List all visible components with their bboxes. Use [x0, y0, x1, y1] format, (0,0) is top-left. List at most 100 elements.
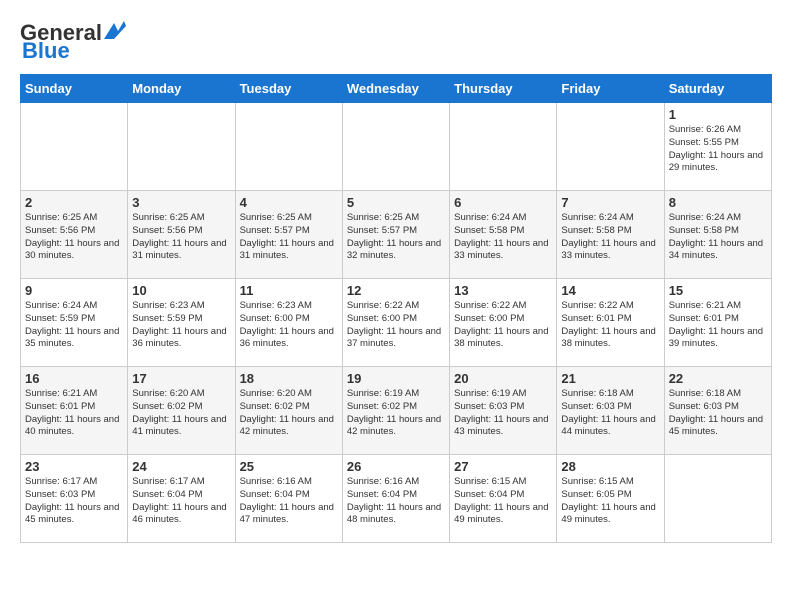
calendar-cell [21, 103, 128, 191]
day-info: Sunrise: 6:25 AM Sunset: 5:56 PM Dayligh… [25, 212, 123, 263]
calendar-cell: 20 Sunrise: 6:19 AM Sunset: 6:03 PM Dayli… [450, 367, 557, 455]
calendar-cell: 8 Sunrise: 6:24 AM Sunset: 5:58 PM Daylig… [664, 191, 771, 279]
calendar-cell: 9 Sunrise: 6:24 AM Sunset: 5:59 PM Daylig… [21, 279, 128, 367]
day-info: Sunrise: 6:25 AM Sunset: 5:57 PM Dayligh… [240, 212, 338, 263]
col-header-friday: Friday [557, 75, 664, 103]
day-info: Sunrise: 6:23 AM Sunset: 6:00 PM Dayligh… [240, 300, 338, 351]
day-number: 22 [669, 371, 767, 386]
day-info: Sunrise: 6:21 AM Sunset: 6:01 PM Dayligh… [25, 388, 123, 439]
day-info: Sunrise: 6:15 AM Sunset: 6:05 PM Dayligh… [561, 476, 659, 527]
logo: General Blue [20, 20, 126, 64]
logo-blue: Blue [22, 38, 70, 64]
day-info: Sunrise: 6:16 AM Sunset: 6:04 PM Dayligh… [347, 476, 445, 527]
day-info: Sunrise: 6:20 AM Sunset: 6:02 PM Dayligh… [132, 388, 230, 439]
day-info: Sunrise: 6:16 AM Sunset: 6:04 PM Dayligh… [240, 476, 338, 527]
calendar-cell: 2 Sunrise: 6:25 AM Sunset: 5:56 PM Daylig… [21, 191, 128, 279]
calendar-cell [557, 103, 664, 191]
calendar-cell: 13 Sunrise: 6:22 AM Sunset: 6:00 PM Dayli… [450, 279, 557, 367]
day-info: Sunrise: 6:18 AM Sunset: 6:03 PM Dayligh… [561, 388, 659, 439]
day-number: 13 [454, 283, 552, 298]
calendar-cell: 10 Sunrise: 6:23 AM Sunset: 5:59 PM Dayli… [128, 279, 235, 367]
day-info: Sunrise: 6:26 AM Sunset: 5:55 PM Dayligh… [669, 124, 767, 175]
day-number: 25 [240, 459, 338, 474]
day-number: 19 [347, 371, 445, 386]
day-number: 27 [454, 459, 552, 474]
col-header-sunday: Sunday [21, 75, 128, 103]
calendar-cell: 1 Sunrise: 6:26 AM Sunset: 5:55 PM Daylig… [664, 103, 771, 191]
day-info: Sunrise: 6:24 AM Sunset: 5:58 PM Dayligh… [454, 212, 552, 263]
day-info: Sunrise: 6:24 AM Sunset: 5:58 PM Dayligh… [669, 212, 767, 263]
calendar-cell: 28Sunrise: 6:15 AM Sunset: 6:05 PM Dayli… [557, 455, 664, 543]
calendar-cell: 19Sunrise: 6:19 AM Sunset: 6:02 PM Dayli… [342, 367, 449, 455]
calendar-cell: 27 Sunrise: 6:15 AM Sunset: 6:04 PM Dayli… [450, 455, 557, 543]
calendar-cell: 4 Sunrise: 6:25 AM Sunset: 5:57 PM Daylig… [235, 191, 342, 279]
calendar-cell [450, 103, 557, 191]
calendar-cell: 21 Sunrise: 6:18 AM Sunset: 6:03 PM Dayli… [557, 367, 664, 455]
col-header-thursday: Thursday [450, 75, 557, 103]
day-info: Sunrise: 6:17 AM Sunset: 6:03 PM Dayligh… [25, 476, 123, 527]
logo-bird-icon [104, 21, 126, 41]
day-number: 2 [25, 195, 123, 210]
day-info: Sunrise: 6:24 AM Sunset: 5:58 PM Dayligh… [561, 212, 659, 263]
page-header: General Blue [20, 20, 772, 64]
calendar-cell: 7 Sunrise: 6:24 AM Sunset: 5:58 PM Daylig… [557, 191, 664, 279]
day-number: 15 [669, 283, 767, 298]
calendar-cell: 17 Sunrise: 6:20 AM Sunset: 6:02 PM Dayli… [128, 367, 235, 455]
day-number: 7 [561, 195, 659, 210]
day-info: Sunrise: 6:22 AM Sunset: 6:00 PM Dayligh… [454, 300, 552, 351]
calendar-cell: 16 Sunrise: 6:21 AM Sunset: 6:01 PM Dayli… [21, 367, 128, 455]
col-header-saturday: Saturday [664, 75, 771, 103]
day-number: 18 [240, 371, 338, 386]
calendar-cell [235, 103, 342, 191]
day-number: 24 [132, 459, 230, 474]
day-info: Sunrise: 6:24 AM Sunset: 5:59 PM Dayligh… [25, 300, 123, 351]
day-number: 10 [132, 283, 230, 298]
calendar-cell [128, 103, 235, 191]
calendar-cell [664, 455, 771, 543]
day-info: Sunrise: 6:21 AM Sunset: 6:01 PM Dayligh… [669, 300, 767, 351]
calendar-cell: 3 Sunrise: 6:25 AM Sunset: 5:56 PM Daylig… [128, 191, 235, 279]
day-number: 17 [132, 371, 230, 386]
calendar-cell: 6 Sunrise: 6:24 AM Sunset: 5:58 PM Daylig… [450, 191, 557, 279]
calendar-cell [342, 103, 449, 191]
day-info: Sunrise: 6:18 AM Sunset: 6:03 PM Dayligh… [669, 388, 767, 439]
day-info: Sunrise: 6:25 AM Sunset: 5:56 PM Dayligh… [132, 212, 230, 263]
calendar-cell: 25 Sunrise: 6:16 AM Sunset: 6:04 PM Dayli… [235, 455, 342, 543]
day-number: 11 [240, 283, 338, 298]
calendar-cell: 15 Sunrise: 6:21 AM Sunset: 6:01 PM Dayli… [664, 279, 771, 367]
day-number: 9 [25, 283, 123, 298]
calendar-cell: 5 Sunrise: 6:25 AM Sunset: 5:57 PM Daylig… [342, 191, 449, 279]
calendar-cell: 26 Sunrise: 6:16 AM Sunset: 6:04 PM Dayli… [342, 455, 449, 543]
col-header-monday: Monday [128, 75, 235, 103]
day-number: 8 [669, 195, 767, 210]
calendar-cell: 23 Sunrise: 6:17 AM Sunset: 6:03 PM Dayli… [21, 455, 128, 543]
day-number: 16 [25, 371, 123, 386]
day-number: 1 [669, 107, 767, 122]
day-number: 4 [240, 195, 338, 210]
day-number: 21 [561, 371, 659, 386]
calendar-cell: 24Sunrise: 6:17 AM Sunset: 6:04 PM Dayli… [128, 455, 235, 543]
day-info: Sunrise: 6:20 AM Sunset: 6:02 PM Dayligh… [240, 388, 338, 439]
day-number: 26 [347, 459, 445, 474]
day-number: 5 [347, 195, 445, 210]
day-number: 14 [561, 283, 659, 298]
col-header-tuesday: Tuesday [235, 75, 342, 103]
day-number: 23 [25, 459, 123, 474]
day-number: 12 [347, 283, 445, 298]
calendar-cell: 11 Sunrise: 6:23 AM Sunset: 6:00 PM Dayli… [235, 279, 342, 367]
day-info: Sunrise: 6:15 AM Sunset: 6:04 PM Dayligh… [454, 476, 552, 527]
day-info: Sunrise: 6:22 AM Sunset: 6:01 PM Dayligh… [561, 300, 659, 351]
calendar-table: SundayMondayTuesdayWednesdayThursdayFrid… [20, 74, 772, 543]
day-number: 20 [454, 371, 552, 386]
day-info: Sunrise: 6:23 AM Sunset: 5:59 PM Dayligh… [132, 300, 230, 351]
calendar-cell: 22 Sunrise: 6:18 AM Sunset: 6:03 PM Dayli… [664, 367, 771, 455]
day-info: Sunrise: 6:25 AM Sunset: 5:57 PM Dayligh… [347, 212, 445, 263]
calendar-cell: 18 Sunrise: 6:20 AM Sunset: 6:02 PM Dayli… [235, 367, 342, 455]
col-header-wednesday: Wednesday [342, 75, 449, 103]
calendar-cell: 14 Sunrise: 6:22 AM Sunset: 6:01 PM Dayli… [557, 279, 664, 367]
day-info: Sunrise: 6:22 AM Sunset: 6:00 PM Dayligh… [347, 300, 445, 351]
day-number: 3 [132, 195, 230, 210]
day-info: Sunrise: 6:19 AM Sunset: 6:03 PM Dayligh… [454, 388, 552, 439]
calendar-cell: 12 Sunrise: 6:22 AM Sunset: 6:00 PM Dayli… [342, 279, 449, 367]
day-number: 6 [454, 195, 552, 210]
